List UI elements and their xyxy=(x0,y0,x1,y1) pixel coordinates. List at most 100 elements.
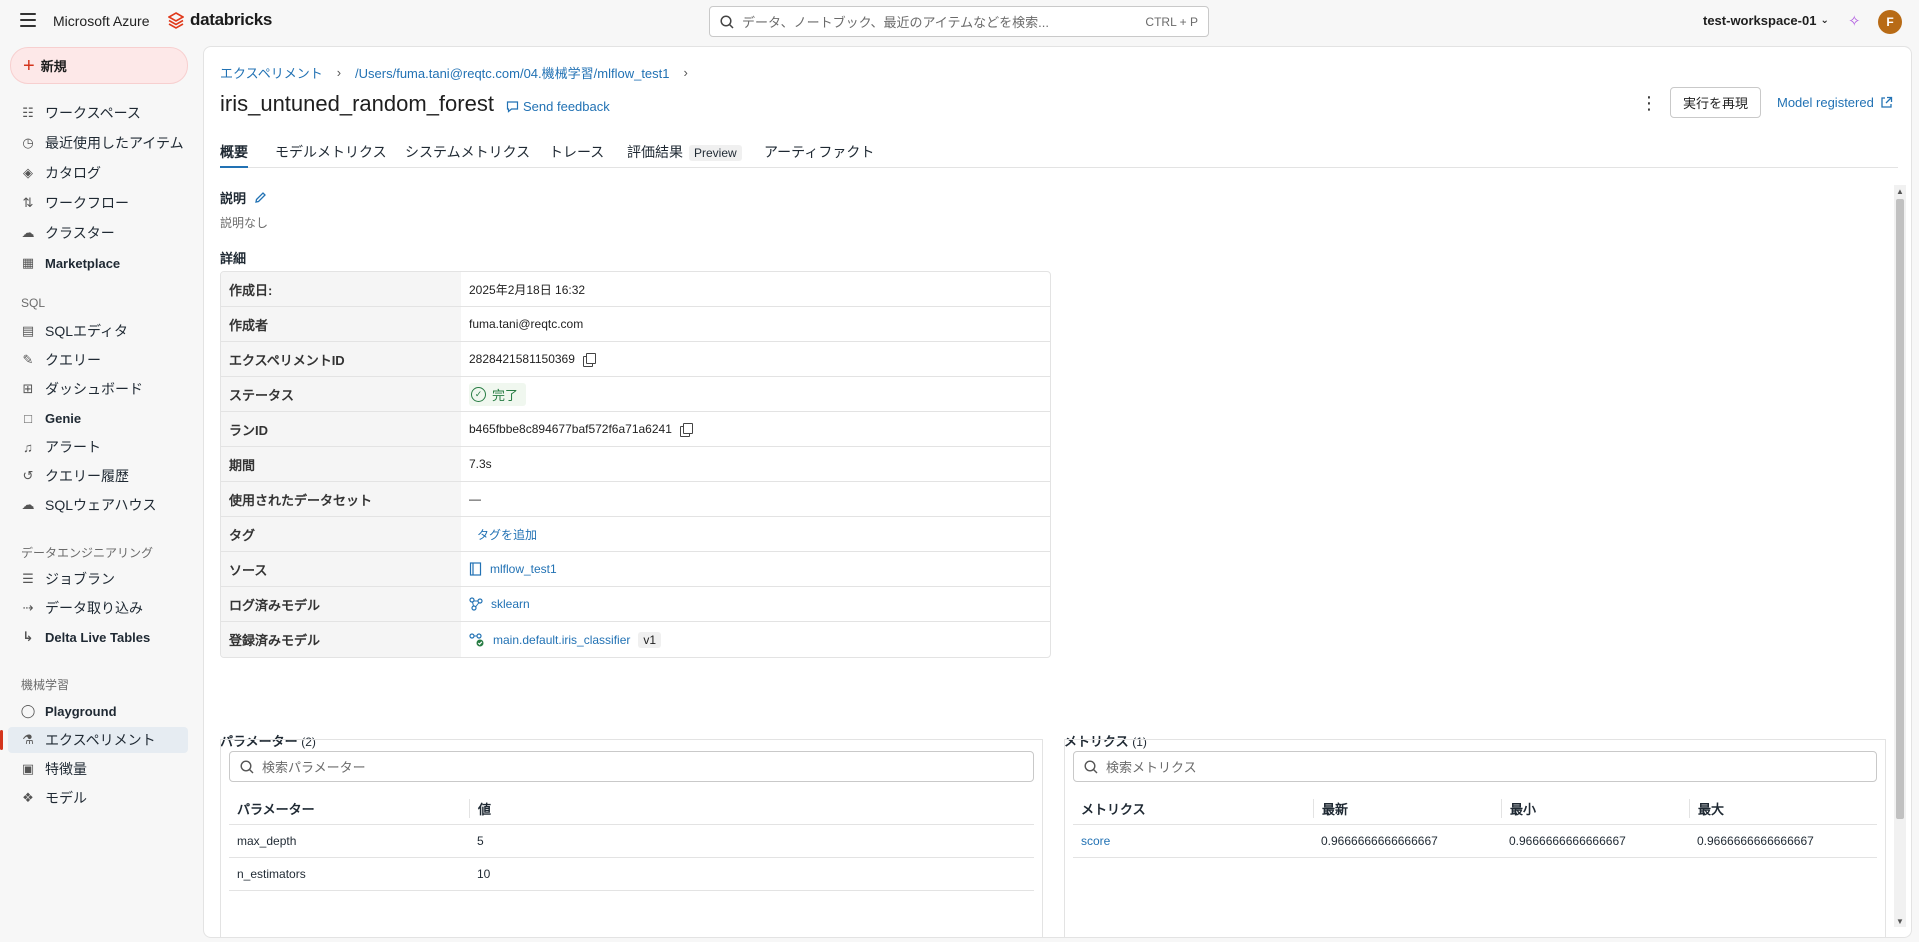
sidebar-item-playground[interactable]: ◯ Playground xyxy=(8,698,188,724)
tab-evaluation-results[interactable]: 評価結果 Preview xyxy=(627,142,742,168)
page-title: iris_untuned_random_forest xyxy=(220,91,494,116)
sidebar-item-data-ingestion[interactable]: ⇢ データ取り込み xyxy=(8,595,188,621)
table-row: ランID b465fbbe8c894677baf572f6a71a6241 xyxy=(221,412,1050,447)
tab-model-metrics[interactable]: モデルメトリクス xyxy=(275,142,387,168)
sidebar-item-catalog[interactable]: ◈ カタログ xyxy=(8,160,188,186)
check-circle-icon: ✓ xyxy=(471,386,486,402)
detail-key: 使用されたデータセット xyxy=(221,482,461,516)
chevron-down-icon: ⌄ xyxy=(1820,15,1829,26)
sidebar-item-alerts[interactable]: ♫ アラート xyxy=(8,434,188,460)
history-icon: ↺ xyxy=(22,468,34,483)
tab-artifacts[interactable]: アーティファクト xyxy=(764,142,874,168)
metric-name-link[interactable]: score xyxy=(1073,834,1313,848)
detail-value: sklearn xyxy=(461,587,1050,621)
avatar[interactable]: F xyxy=(1878,10,1902,34)
breadcrumb: エクスペリメント › /Users/fuma.tani@reqtc.com/04… xyxy=(220,63,688,82)
param-name: n_estimators xyxy=(237,867,306,881)
databricks-logo[interactable]: databricks xyxy=(168,10,272,30)
breadcrumb-experiment-path[interactable]: /Users/fuma.tani@reqtc.com/04.機械学習/mlflo… xyxy=(355,63,669,82)
sidebar-item-dashboards[interactable]: ⊞ ダッシュボード xyxy=(8,376,188,402)
sidebar-item-sql-editor[interactable]: ▤ SQLエディタ xyxy=(8,318,188,344)
assistant-sparkle-icon[interactable]: ✧ xyxy=(1848,12,1861,30)
main-panel: エクスペリメント › /Users/fuma.tani@reqtc.com/04… xyxy=(203,46,1912,938)
cloud-icon: ☁ xyxy=(21,225,35,240)
tab-system-metrics[interactable]: システムメトリクス xyxy=(405,142,530,168)
sql-editor-icon: ▤ xyxy=(21,323,35,338)
copy-icon[interactable] xyxy=(679,423,693,437)
status-label: 完了 xyxy=(492,387,519,403)
feature-icon: ▣ xyxy=(21,761,35,776)
detail-key: 作成者 xyxy=(221,307,461,341)
search-icon xyxy=(240,759,254,773)
pipeline-icon: ↳ xyxy=(22,629,34,644)
scrollbar-thumb[interactable] xyxy=(1896,199,1904,819)
sidebar-item-label: SQLウェアハウス xyxy=(45,497,157,513)
metrics-search-input[interactable]: 検索メトリクス xyxy=(1073,751,1877,782)
sidebar-item-clusters[interactable]: ☁ クラスター xyxy=(8,220,188,246)
add-tag-link[interactable]: タグを追加 xyxy=(477,526,537,543)
sidebar-item-sql-warehouses[interactable]: ☁ SQLウェアハウス xyxy=(8,492,188,518)
sidebar-item-job-runs[interactable]: ☰ ジョブラン xyxy=(8,566,188,592)
column-header-max[interactable]: 最大 xyxy=(1689,798,1877,818)
sidebar-item-workflows[interactable]: ⇅ ワークフロー xyxy=(8,190,188,216)
workspace-switcher[interactable]: test-workspace-01 ⌄ xyxy=(1703,13,1829,28)
registered-model-link[interactable]: main.default.iris_classifier xyxy=(493,633,630,647)
table-row: エクスペリメントID 2828421581150369 xyxy=(221,342,1050,377)
model-registered-link[interactable]: Model registered xyxy=(1777,95,1893,110)
status-badge: ✓ 完了 xyxy=(469,382,527,406)
sidebar-item-experiments[interactable]: ⚗ エクスペリメント xyxy=(0,727,188,753)
source-notebook-link[interactable]: mlflow_test1 xyxy=(490,562,557,576)
edit-pencil-icon[interactable] xyxy=(254,191,267,204)
sidebar-item-query-history[interactable]: ↺ クエリー履歴 xyxy=(8,463,188,489)
global-search[interactable]: データ、ノートブック、最近のアイテムなどを検索... CTRL + P xyxy=(709,6,1209,37)
sidebar-item-recents[interactable]: ◷ 最近使用したアイテム xyxy=(8,130,188,156)
more-options-icon[interactable]: ⋮ xyxy=(1640,93,1658,114)
table-row: max_depth 5 xyxy=(229,825,1034,858)
breadcrumb-experiments[interactable]: エクスペリメント xyxy=(220,63,323,82)
sidebar-item-label: データ取り込み xyxy=(45,600,143,616)
sidebar-section-sql: SQL xyxy=(21,296,46,310)
column-header-latest[interactable]: 最新 xyxy=(1313,798,1501,818)
sidebar-item-models[interactable]: ❖ モデル xyxy=(8,785,188,811)
copy-icon[interactable] xyxy=(582,353,596,367)
flask-icon: ⚗ xyxy=(22,732,34,747)
sidebar-item-delta-live-tables[interactable]: ↳ Delta Live Tables xyxy=(8,624,188,650)
sidebar-item-label: Delta Live Tables xyxy=(45,629,151,645)
bell-icon: ♫ xyxy=(23,439,33,455)
sidebar-item-queries[interactable]: ✎ クエリー xyxy=(8,347,188,373)
parameters-panel: 検索パラメーター パラメーター 値 max_depth 5 n_estimato… xyxy=(220,739,1043,937)
tab-traces[interactable]: トレース xyxy=(549,142,604,168)
detail-key: タグ xyxy=(221,517,461,551)
sidebar-item-marketplace[interactable]: ▦ Marketplace xyxy=(8,250,188,276)
detail-key: ステータス xyxy=(221,377,461,411)
reproduce-run-button[interactable]: 実行を再現 xyxy=(1670,87,1761,118)
model-icon: ❖ xyxy=(22,790,34,805)
dashboard-icon: ⊞ xyxy=(22,381,34,396)
sidebar-item-label: Genie xyxy=(45,410,82,426)
plus-icon: + xyxy=(23,54,35,77)
model-icon xyxy=(469,597,483,611)
detail-key: ランID xyxy=(221,412,461,446)
send-feedback-link[interactable]: Send feedback xyxy=(506,99,610,114)
warehouse-icon: ☁ xyxy=(21,497,35,512)
logged-model-link[interactable]: sklearn xyxy=(491,597,530,611)
menu-icon[interactable] xyxy=(20,13,36,27)
sidebar-item-label: アラート xyxy=(45,439,101,455)
parameters-search-input[interactable]: 検索パラメーター xyxy=(229,751,1034,782)
scroll-down-icon[interactable]: ▼ xyxy=(1896,917,1904,926)
tab-overview[interactable]: 概要 xyxy=(220,142,248,168)
sidebar-item-genie[interactable]: □ Genie xyxy=(8,405,188,431)
sidebar-item-workspace[interactable]: ☷ ワークスペース xyxy=(8,100,188,126)
column-header-metric[interactable]: メトリクス xyxy=(1073,799,1313,818)
column-header-min[interactable]: 最小 xyxy=(1501,798,1689,818)
sidebar-item-features[interactable]: ▣ 特徴量 xyxy=(8,756,188,782)
detail-key: 期間 xyxy=(221,447,461,481)
metrics-panel: 検索メトリクス メトリクス 最新 最小 最大 score 0.966666666… xyxy=(1064,739,1886,937)
new-button[interactable]: + 新規 xyxy=(10,47,188,84)
column-header-value[interactable]: 値 xyxy=(469,798,1034,818)
scroll-up-icon[interactable]: ▲ xyxy=(1896,187,1904,196)
table-row: ステータス ✓ 完了 xyxy=(221,377,1050,412)
description-text: 説明なし xyxy=(220,216,269,230)
search-icon xyxy=(1084,759,1098,773)
column-header-parameter[interactable]: パラメーター xyxy=(229,799,469,818)
